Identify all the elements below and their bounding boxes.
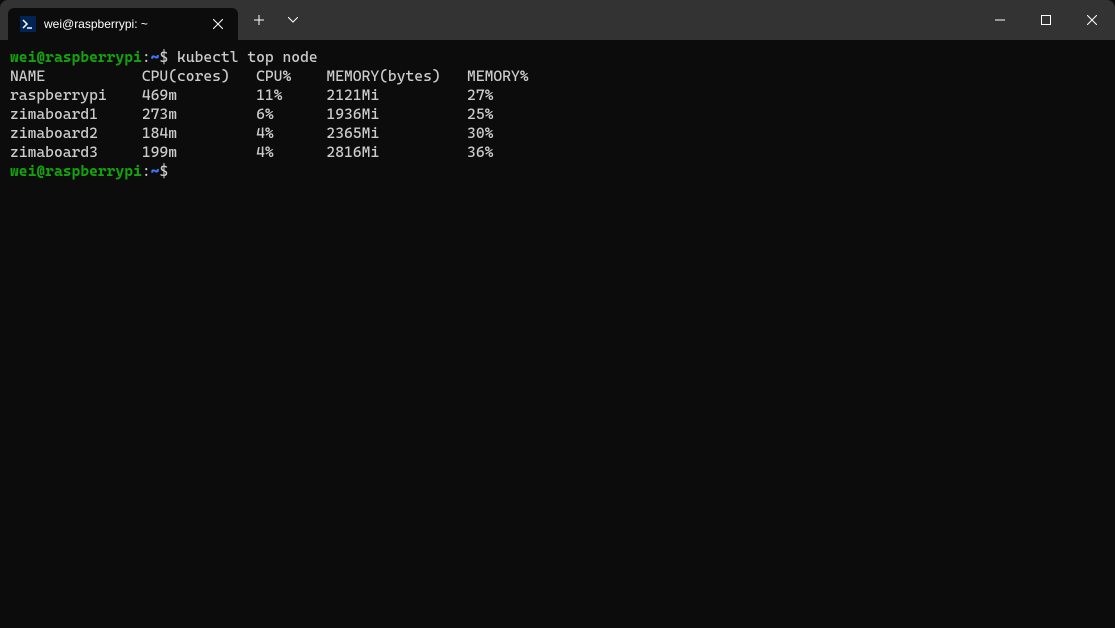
command-text: kubectl top node xyxy=(177,48,318,66)
minimize-button[interactable] xyxy=(977,0,1023,40)
tab-close-button[interactable] xyxy=(208,14,228,34)
kubectl-output: NAME CPU(cores) CPU% MEMORY(bytes) MEMOR… xyxy=(10,67,529,161)
prompt-separator-2: : xyxy=(142,162,151,180)
window-controls xyxy=(977,0,1115,40)
new-tab-button[interactable] xyxy=(242,0,276,40)
tab-dropdown-button[interactable] xyxy=(276,0,310,40)
prompt-separator: : xyxy=(142,48,151,66)
close-button[interactable] xyxy=(1069,0,1115,40)
window-titlebar: wei@raspberrypi: ~ xyxy=(0,0,1115,40)
prompt-user-host-2: wei@raspberrypi xyxy=(10,162,142,180)
prompt-user-host: wei@raspberrypi xyxy=(10,48,142,66)
tab-title: wei@raspberrypi: ~ xyxy=(44,17,200,31)
terminal-body[interactable]: wei@raspberrypi:~$ kubectl top node NAME… xyxy=(0,40,1115,189)
tab-actions xyxy=(242,0,310,40)
titlebar-drag-area[interactable] xyxy=(310,0,977,40)
terminal-tab[interactable]: wei@raspberrypi: ~ xyxy=(8,8,238,40)
powershell-icon xyxy=(20,16,36,32)
prompt-symbol: $ xyxy=(159,48,168,66)
maximize-button[interactable] xyxy=(1023,0,1069,40)
prompt-symbol-2: $ xyxy=(159,162,168,180)
